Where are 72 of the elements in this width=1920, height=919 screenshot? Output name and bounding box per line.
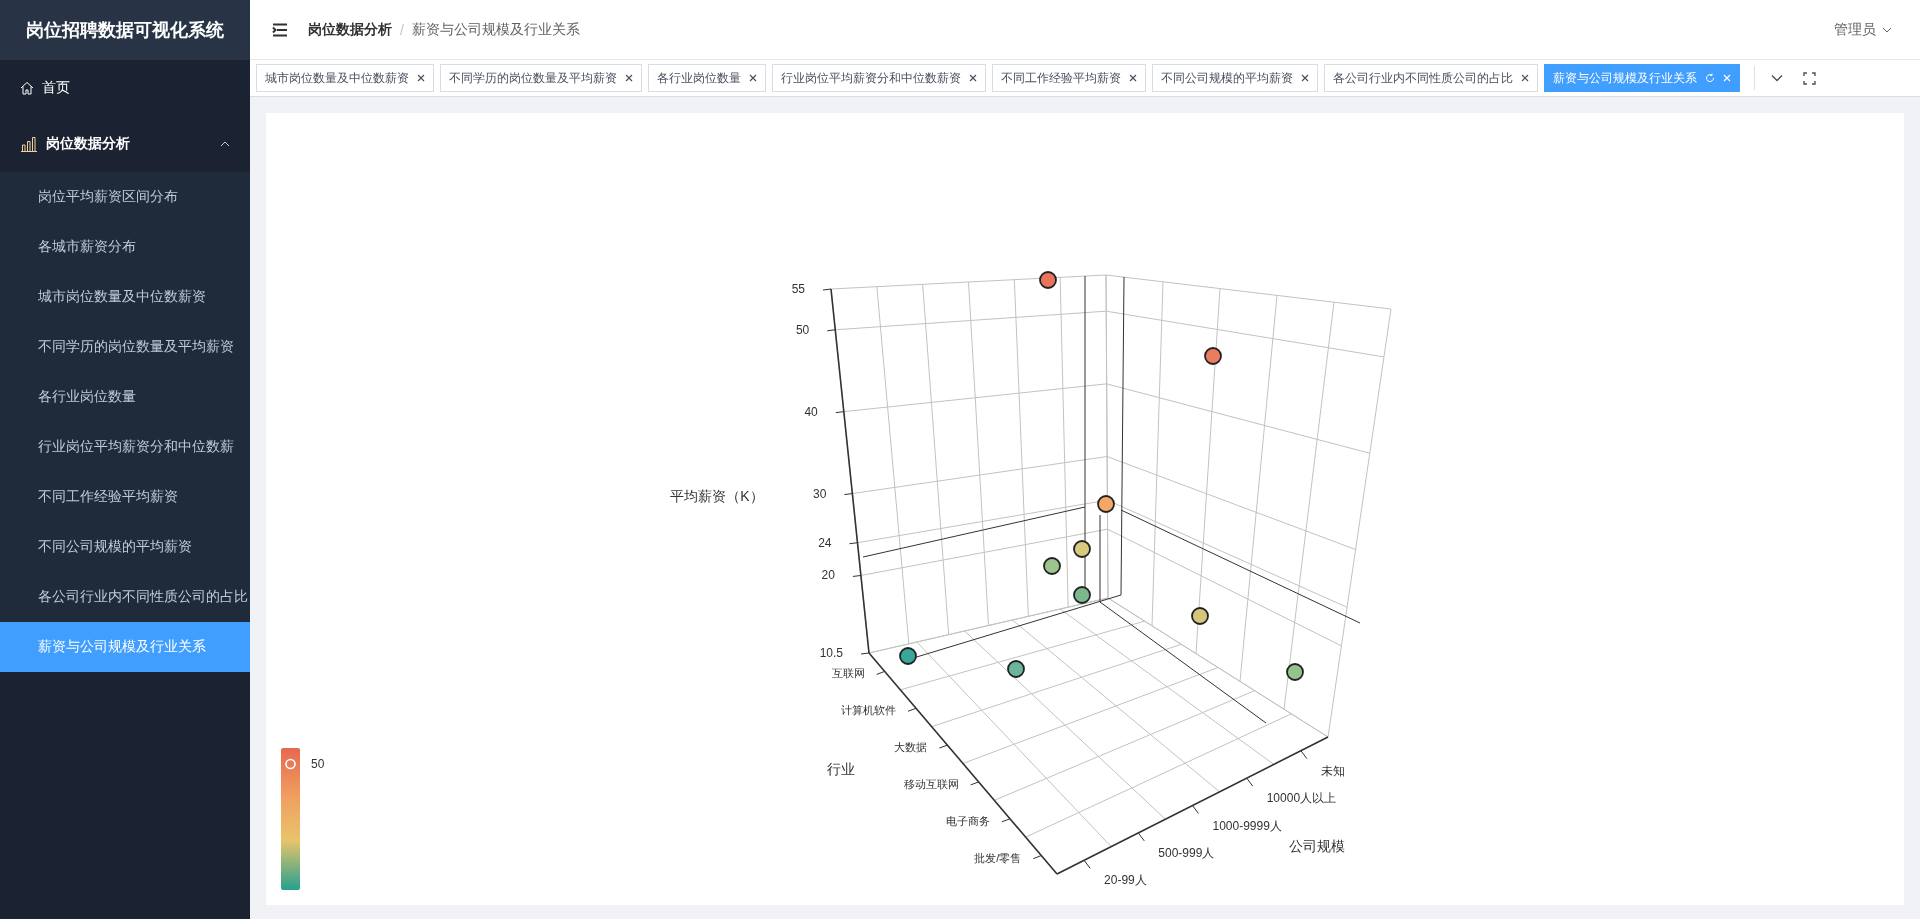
nav-item[interactable]: 各城市薪资分布 [0, 222, 250, 272]
axis-tick-label: 40 [804, 404, 818, 419]
chevron-down-icon[interactable] [1771, 74, 1783, 82]
breadcrumb-item[interactable]: 岗位数据分析 [308, 20, 392, 39]
axis-tick-label: 未知 [1320, 763, 1345, 778]
page-tab[interactable]: 不同工作经验平均薪资 [992, 64, 1146, 92]
data-point [1073, 586, 1091, 604]
nav-item[interactable]: 各行业岗位数量 [0, 372, 250, 422]
axis-tick-label: 大数据 [894, 741, 928, 754]
scale-label: 50 [311, 757, 325, 771]
axis-title: 平均薪资（K） [670, 488, 764, 504]
axis-tick-label: 20-99人 [1104, 873, 1147, 888]
axis-tick-label: 1000-9999人 [1212, 818, 1282, 833]
data-point [1007, 660, 1025, 678]
page-tab[interactable]: 城市岗位数量及中位数薪资 [256, 64, 434, 92]
axis-title: 公司规模 [1289, 838, 1345, 854]
data-point [1286, 663, 1304, 681]
scale-handle[interactable] [285, 758, 296, 770]
refresh-icon[interactable] [1705, 73, 1715, 83]
axis-tick-label: 计算机软件 [841, 704, 896, 717]
close-icon[interactable] [1129, 74, 1137, 82]
axis-title: 行业 [827, 761, 855, 777]
axis-tick-label: 互联网 [831, 667, 865, 680]
data-point [1191, 607, 1209, 625]
user-menu[interactable]: 管理员 [1834, 20, 1892, 39]
breadcrumb-separator: / [400, 21, 404, 38]
close-icon[interactable] [417, 74, 425, 82]
data-point [1204, 347, 1222, 365]
color-scale-bar[interactable] [281, 748, 300, 890]
nav-item[interactable]: 各公司行业内不同性质公司的占比 [0, 572, 250, 622]
home-icon [20, 81, 34, 95]
axis-tick-label: 24 [818, 535, 832, 550]
nav-item[interactable]: 不同公司规模的平均薪资 [0, 522, 250, 572]
page-tab[interactable]: 各行业岗位数量 [648, 64, 766, 92]
page-tab[interactable]: 各公司行业内不同性质公司的占比 [1324, 64, 1538, 92]
chevron-up-icon [220, 141, 230, 147]
nav-item[interactable]: 不同学历的岗位数量及平均薪资 [0, 322, 250, 372]
axis-tick-label: 30 [813, 486, 827, 501]
nav-item[interactable]: 不同工作经验平均薪资 [0, 472, 250, 522]
axis-tick-label: 55 [791, 282, 805, 296]
axis-tick-label: 20 [821, 568, 835, 583]
data-point [1073, 540, 1091, 558]
app-title: 岗位招聘数据可视化系统 [0, 0, 250, 60]
fullscreen-icon[interactable] [1803, 71, 1816, 85]
page-tab[interactable]: 不同学历的岗位数量及平均薪资 [440, 64, 642, 92]
page-tab[interactable]: 行业岗位平均薪资分和中位数薪资 [772, 64, 986, 92]
close-icon[interactable] [1521, 74, 1529, 82]
data-point [1039, 271, 1057, 289]
axis-tick-label: 电子商务 [946, 814, 990, 827]
menu-icon[interactable] [272, 22, 288, 37]
axis-tick-label: 批发/零售 [974, 851, 1022, 864]
axis-tick-label: 10000人以上 [1266, 791, 1337, 806]
close-icon[interactable] [625, 74, 633, 82]
page-tab[interactable]: 不同公司规模的平均薪资 [1152, 64, 1318, 92]
axis-tick-label: 50 [795, 322, 810, 337]
breadcrumb-item: 薪资与公司规模及行业关系 [411, 20, 580, 39]
close-icon[interactable] [749, 74, 757, 82]
nav-group[interactable]: 岗位数据分析 [0, 116, 250, 172]
axis-tick-label: 10.5 [819, 646, 843, 660]
nav-item[interactable]: 岗位平均薪资区间分布 [0, 172, 250, 222]
chevron-down-icon [1882, 26, 1892, 33]
data-point [1043, 557, 1061, 575]
close-icon[interactable] [1301, 74, 1309, 82]
axis-tick-label: 500-999人 [1158, 845, 1215, 860]
data-point [899, 647, 917, 665]
nav-item[interactable]: 首页 [0, 60, 250, 116]
data-point [1097, 495, 1115, 513]
nav-item[interactable]: 行业岗位平均薪资分和中位数薪 [0, 422, 250, 472]
axis-tick-label: 移动互联网 [903, 777, 959, 790]
nav-item[interactable]: 城市岗位数量及中位数薪资 [0, 272, 250, 322]
bar-chart-icon [20, 136, 38, 152]
close-icon[interactable] [969, 74, 977, 82]
